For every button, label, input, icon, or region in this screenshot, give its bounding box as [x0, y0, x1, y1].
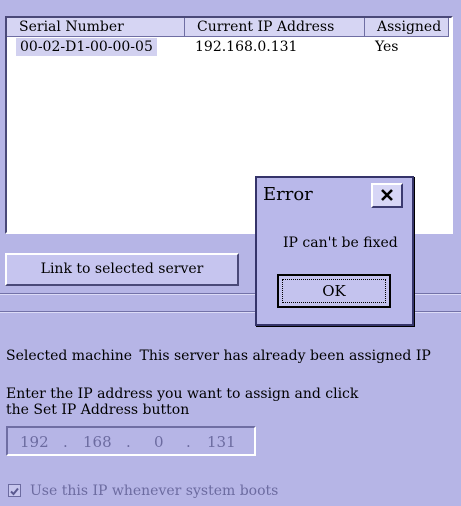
ip-dot: . — [186, 433, 191, 451]
use-ip-on-boot-label[interactable]: Use this IP whenever system boots — [30, 482, 278, 500]
row-serial: 00-02-D1-00-00-05 — [16, 38, 157, 56]
ok-button-label: OK — [282, 279, 386, 303]
link-to-server-button[interactable]: Link to selected server — [5, 253, 239, 286]
ip-octet-2: 168 — [83, 433, 112, 451]
ip-dot: . — [126, 433, 131, 451]
ip-dot: . — [63, 433, 68, 451]
selected-machine-line: Selected machine This server has already… — [6, 347, 431, 365]
error-dialog: Error IP can't be fixed OK — [255, 176, 414, 326]
instruction-line-2: the Set IP Address button — [6, 402, 190, 418]
close-icon — [381, 189, 393, 201]
dialog-close-button[interactable] — [371, 183, 403, 208]
use-ip-on-boot-checkbox[interactable] — [8, 484, 21, 497]
ip-octet-3: 0 — [154, 433, 164, 451]
ip-octet-1: 192 — [20, 433, 49, 451]
ok-button[interactable]: OK — [277, 274, 391, 308]
column-header-ip[interactable]: Current IP Address — [185, 18, 365, 37]
ip-address-field[interactable]: 192 . 168 . 0 . 131 — [6, 426, 256, 456]
ip-octet-4: 131 — [207, 433, 236, 451]
checkmark-icon — [10, 487, 19, 496]
row-ip: 192.168.0.131 — [195, 39, 298, 55]
dialog-title: Error — [263, 184, 313, 205]
dialog-message: IP can't be fixed — [283, 235, 398, 251]
column-header-serial[interactable]: Serial Number — [7, 18, 185, 37]
column-header-assigned[interactable]: Assigned — [365, 18, 449, 37]
column-header-label: Serial Number — [19, 19, 124, 35]
row-assigned: Yes — [375, 39, 399, 55]
table-row[interactable]: 00-02-D1-00-00-05 192.168.0.131 Yes — [7, 38, 451, 56]
selected-machine-label: Selected machine — [6, 348, 133, 364]
selected-machine-status: This server has already been assigned IP — [139, 348, 431, 364]
column-header-label: Current IP Address — [197, 19, 335, 35]
column-header-label: Assigned — [377, 19, 442, 35]
